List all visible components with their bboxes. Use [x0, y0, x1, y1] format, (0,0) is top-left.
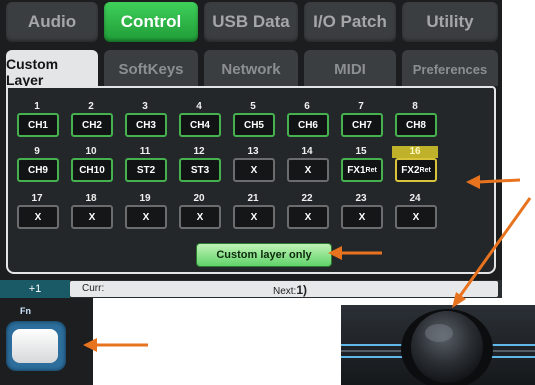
strip-number: 4 [196, 101, 202, 112]
strip-assign-button[interactable]: X [125, 205, 167, 229]
layer-offset-indicator: +1 [0, 280, 70, 298]
strip-assign-label: FX1 [347, 164, 366, 176]
next-scene-label: Next: [273, 286, 297, 297]
subtab-network[interactable]: Network [204, 50, 298, 88]
strip-assign-button[interactable]: CH2 [71, 113, 113, 137]
subtab-softkeys[interactable]: SoftKeys [104, 50, 198, 88]
strip-number: 14 [301, 146, 313, 157]
strip-assign-button[interactable]: CH1 [17, 113, 59, 137]
strip-assign-button[interactable]: X [287, 158, 329, 182]
strip-assign-button[interactable]: X [233, 205, 275, 229]
strip-assign-button[interactable]: X [179, 205, 221, 229]
strip-number: 10 [85, 146, 97, 157]
strip-assign-label: X [304, 211, 312, 223]
strip-assign-button[interactable]: CH7 [341, 113, 383, 137]
strip-number: 19 [139, 193, 151, 204]
strip-assign-label: X [250, 211, 258, 223]
strip-assign-label: X [196, 211, 204, 223]
next-scene-value: 1) [296, 283, 308, 297]
strip-assign-button[interactable]: FX2 Ret [395, 158, 437, 182]
strip-assign-button[interactable]: CH10 [71, 158, 113, 182]
fn-key-photo: Fn [0, 298, 93, 385]
strip-number: 23 [355, 193, 367, 204]
tab-usb-data[interactable]: USB Data [204, 2, 298, 42]
strip-number: 5 [250, 101, 256, 112]
strip-assign-button[interactable]: X [17, 205, 59, 229]
strip-assign-label: CH3 [135, 119, 156, 131]
strip-assign-label: FX2 [401, 164, 420, 176]
next-scene: Next:1) [273, 283, 307, 297]
strip-number: 7 [358, 101, 364, 112]
strip-number: 2 [88, 101, 94, 112]
tab-audio[interactable]: Audio [6, 2, 98, 42]
strip-assign-label: X [412, 211, 420, 223]
strip-number: 3 [142, 101, 148, 112]
strip-assign-label: X [250, 164, 258, 176]
strip-number: 21 [247, 193, 259, 204]
fn-key[interactable] [6, 321, 66, 371]
tab-io-patch[interactable]: I/O Patch [304, 2, 396, 42]
sub-tab-bar: Custom Layer SoftKeys Network MIDI Prefe… [0, 46, 502, 94]
strip-assign-label: CH6 [297, 119, 318, 131]
strip-number: 13 [247, 146, 259, 157]
subtab-preferences[interactable]: Preferences [402, 50, 498, 88]
rotary-encoder-photo [341, 305, 535, 385]
strip-assign-button[interactable]: CH4 [179, 113, 221, 137]
strip-assign-label: CH1 [27, 119, 48, 131]
strip-assign-button[interactable]: CH5 [233, 113, 275, 137]
strip-assign-button[interactable]: X [233, 158, 275, 182]
strip-assign-button[interactable]: X [341, 205, 383, 229]
strip-assign-button[interactable]: CH8 [395, 113, 437, 137]
strip-assign-label: CH2 [81, 119, 102, 131]
strip-assign-label: X [142, 211, 150, 223]
strip-number: 6 [304, 101, 310, 112]
strip-number: 22 [301, 193, 313, 204]
strip-assign-label: CH10 [79, 164, 105, 176]
strip-number: 24 [409, 193, 421, 204]
strip-assign-button[interactable]: CH3 [125, 113, 167, 137]
status-text-bar: Curr: Next:1) [70, 281, 498, 297]
strip-assign-button[interactable]: CH6 [287, 113, 329, 137]
tab-control[interactable]: Control [104, 2, 198, 42]
strip-assign-label: CH8 [405, 119, 426, 131]
strip-assign-button[interactable]: ST2 [125, 158, 167, 182]
rotary-encoder-icon[interactable] [341, 305, 535, 385]
strip-number: 9 [34, 146, 40, 157]
strip-number: 11 [139, 146, 151, 157]
strip-assign-label: X [88, 211, 96, 223]
top-tab-bar: Audio Control USB Data I/O Patch Utility [0, 0, 502, 46]
strip-assign-button[interactable]: X [395, 205, 437, 229]
strip-assign-button[interactable]: ST3 [179, 158, 221, 182]
strip-assign-label: X [34, 211, 42, 223]
tab-utility[interactable]: Utility [402, 2, 498, 42]
strip-assign-label: ST2 [136, 164, 156, 176]
fn-key-cap [12, 329, 58, 363]
strip-assign-label: CH5 [243, 119, 264, 131]
strip-number: 18 [85, 193, 97, 204]
strip-number: 17 [31, 193, 43, 204]
fn-key-label: Fn [20, 306, 31, 316]
strip-assign-label: CH7 [351, 119, 372, 131]
strip-assign-button[interactable]: X [71, 205, 113, 229]
strip-assign-button[interactable]: X [287, 205, 329, 229]
strip-assign-label: CH9 [27, 164, 48, 176]
custom-layer-only-button[interactable]: Custom layer only [196, 243, 332, 267]
strip-number: 1 [34, 101, 40, 112]
strip-assign-label: X [304, 164, 312, 176]
strip-assign-label: X [358, 211, 366, 223]
strip-number: 12 [193, 146, 205, 157]
strip-assign-label: ST3 [190, 164, 210, 176]
strip-number: 8 [412, 101, 418, 112]
subtab-midi[interactable]: MIDI [304, 50, 396, 88]
strip-number: 20 [193, 193, 205, 204]
strip-assign-suffix: Ret [419, 166, 431, 174]
strip-assign-suffix: Ret [365, 166, 377, 174]
strip-number: 16 [392, 146, 438, 158]
status-bar: +1 Curr: Next:1) [0, 280, 502, 298]
strip-number: 15 [355, 146, 367, 157]
current-scene-label: Curr: [82, 283, 105, 294]
strip-assign-label: CH4 [189, 119, 210, 131]
strip-assign-button[interactable]: FX1 Ret [341, 158, 383, 182]
strip-assign-button[interactable]: CH9 [17, 158, 59, 182]
